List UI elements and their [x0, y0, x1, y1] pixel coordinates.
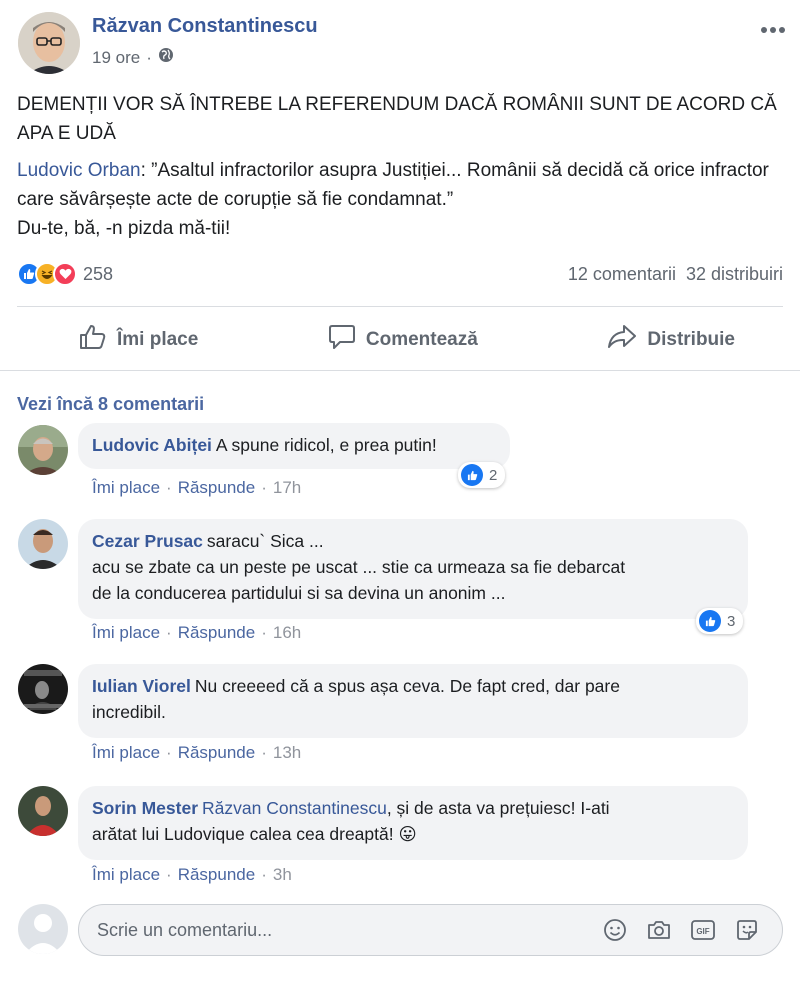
camera-icon[interactable] — [646, 917, 672, 943]
post-meta: 19 ore · — [92, 47, 174, 68]
comment-label: Comentează — [365, 329, 478, 350]
love-reaction-icon — [53, 262, 77, 286]
comment-reply-link[interactable]: Răspunde — [178, 478, 256, 498]
separator-dot: · — [261, 743, 267, 762]
more-options-icon[interactable] — [760, 14, 786, 40]
speech-bubble-icon — [328, 324, 356, 356]
like-badge-icon — [461, 464, 483, 486]
separator-dot: · — [261, 623, 267, 642]
comment-actions: Îmi place · Răspunde · 13h — [92, 743, 301, 763]
comment-author[interactable]: Ludovic Abiței — [92, 435, 212, 455]
comment-text-line2: arătat lui Ludovique calea cea dreaptă! — [92, 824, 394, 844]
divider-top — [17, 306, 783, 307]
gif-label: GIF — [696, 927, 709, 936]
comment-like-link[interactable]: Îmi place — [92, 623, 160, 643]
post-actions-bar: Îmi place Comentează Distribuie — [17, 312, 783, 368]
comment-bubble: Iulian Viorel Nu creeeed că a spus așa ce… — [78, 664, 748, 738]
comment-input[interactable]: Scrie un comentariu... GIF — [78, 904, 783, 956]
comment-time[interactable]: 17h — [273, 478, 301, 498]
separator-dot: · — [166, 743, 172, 762]
comment-bubble: Sorin Mester Răzvan Constantinescu, și de… — [78, 786, 748, 860]
comment-avatar[interactable] — [18, 519, 68, 569]
post-quote: Ludovic Orban: ”Asaltul infractorilor as… — [17, 156, 787, 214]
separator-dot: · — [166, 865, 172, 884]
comment-bubble: Cezar Prusac saracu` Sica ... acu se zbat… — [78, 519, 748, 619]
reaction-count: 258 — [83, 263, 114, 284]
comment-text: Nu creeeed că a spus așa ceva. De fapt c… — [194, 676, 620, 696]
comment-author[interactable]: Sorin Mester — [92, 798, 198, 818]
comment-author[interactable]: Cezar Prusac — [92, 531, 203, 551]
divider-bottom — [0, 370, 800, 371]
gif-icon[interactable]: GIF — [690, 917, 716, 943]
comment-actions: Îmi place · Răspunde · 3h — [92, 865, 292, 885]
comment-like-link[interactable]: Îmi place — [92, 865, 160, 885]
comment-text-line3: de la conducerea partidului si sa devina… — [92, 583, 506, 603]
comment-text: A spune ridicol, e prea putin! — [215, 435, 437, 455]
like-label: Îmi place — [117, 329, 199, 350]
tongue-emoji-icon: 😛 — [398, 824, 417, 844]
reaction-summary[interactable]: 258 — [17, 262, 113, 286]
composer-icons: GIF — [602, 917, 760, 943]
like-badge-icon — [699, 610, 721, 632]
like-button[interactable]: Îmi place — [79, 324, 198, 356]
post-headline: DEMENȚII VOR SĂ ÎNTREBE LA REFERENDUM DA… — [17, 94, 777, 144]
comment-reply-link[interactable]: Răspunde — [178, 743, 256, 763]
comment-text-line2: acu se zbate ca un peste pe uscat ... st… — [92, 557, 626, 577]
sticker-icon[interactable] — [734, 917, 760, 943]
comment-like-count: 3 — [727, 612, 736, 630]
comment-time[interactable]: 3h — [273, 865, 292, 885]
comment-mention-link[interactable]: Răzvan Constantinescu — [202, 798, 387, 818]
post-stats: 12 comentarii 32 distribuiri — [568, 264, 783, 285]
comments-count-link[interactable]: 12 comentarii — [568, 264, 676, 285]
comment-text-line2: incredibil. — [92, 702, 166, 722]
globe-icon[interactable] — [158, 47, 174, 68]
quote-author-link[interactable]: Ludovic Orban — [17, 160, 141, 181]
current-user-avatar — [18, 904, 68, 954]
comment-button[interactable]: Comentează — [328, 324, 478, 356]
share-arrow-icon — [607, 324, 637, 356]
comment-time[interactable]: 16h — [273, 623, 301, 643]
comment-bubble: Ludovic Abiței A spune ridicol, e prea pu… — [78, 423, 510, 469]
emoji-icon[interactable] — [602, 917, 628, 943]
comment-like-link[interactable]: Îmi place — [92, 743, 160, 763]
comment-text: , și de asta va prețuiesc! I-ati — [386, 798, 610, 818]
thumbs-up-icon — [79, 324, 107, 356]
separator-dot: · — [261, 478, 267, 497]
author-avatar[interactable] — [18, 12, 80, 74]
comment-actions: Îmi place · Răspunde · 16h — [92, 623, 301, 643]
comment-time[interactable]: 13h — [273, 743, 301, 763]
comment-actions: Îmi place · Răspunde · 17h — [92, 478, 301, 498]
share-label: Distribuie — [647, 329, 735, 350]
post-time[interactable]: 19 ore — [92, 48, 140, 68]
post-author-name[interactable]: Răzvan Constantinescu — [92, 15, 318, 38]
comment-reply-link[interactable]: Răspunde — [178, 865, 256, 885]
share-button[interactable]: Distribuie — [607, 324, 735, 356]
comment-avatar[interactable] — [18, 786, 68, 836]
comment-author[interactable]: Iulian Viorel — [92, 676, 191, 696]
post-body: DEMENȚII VOR SĂ ÎNTREBE LA REFERENDUM DA… — [17, 90, 787, 243]
separator-dot: · — [261, 865, 267, 884]
comment-input-placeholder: Scrie un comentariu... — [97, 919, 273, 940]
comment-reaction-badge[interactable]: 2 — [458, 462, 506, 488]
comment-like-count: 2 — [489, 466, 498, 484]
comment-avatar[interactable] — [18, 425, 68, 475]
post-reply-line: Du-te, bă, -n pizda mă-tii! — [17, 218, 231, 239]
shares-count-link[interactable]: 32 distribuiri — [686, 264, 783, 285]
comment-reaction-badge[interactable]: 3 — [696, 608, 744, 634]
separator-dot: · — [166, 623, 172, 642]
view-more-comments-link[interactable]: Vezi încă 8 comentarii — [17, 394, 204, 415]
separator-dot: · — [166, 478, 172, 497]
comment-like-link[interactable]: Îmi place — [92, 478, 160, 498]
comment-reply-link[interactable]: Răspunde — [178, 623, 256, 643]
meta-separator: · — [146, 47, 152, 67]
comment-text: saracu` Sica ... — [206, 531, 324, 551]
comment-avatar[interactable] — [18, 664, 68, 714]
